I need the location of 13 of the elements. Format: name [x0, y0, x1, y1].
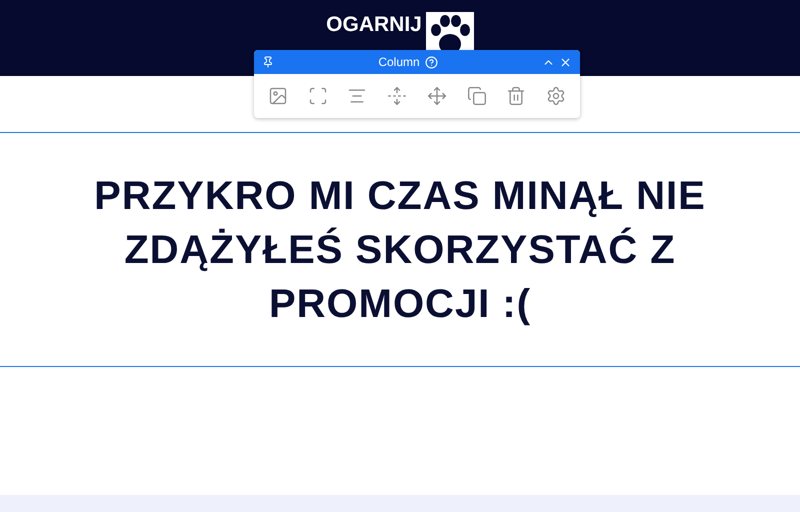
- fullscreen-icon[interactable]: [308, 86, 328, 106]
- move-icon[interactable]: [426, 86, 447, 106]
- close-icon[interactable]: [559, 56, 572, 68]
- delete-icon[interactable]: [506, 86, 526, 106]
- copy-icon[interactable]: [466, 86, 487, 106]
- settings-icon[interactable]: [546, 86, 566, 106]
- toolbar-title: Column: [378, 54, 420, 71]
- pin-icon[interactable]: [262, 56, 274, 68]
- section-heading: PRZYKRO MI CZAS MINĄŁ NIE ZDĄŻYŁEŚ SKORZYSTAĆ Z PROMOCJI :(: [93, 172, 707, 328]
- height-icon[interactable]: [387, 86, 408, 106]
- image-icon[interactable]: [268, 86, 288, 106]
- logo-text: OGARNIJ: [326, 12, 422, 38]
- help-icon[interactable]: [424, 56, 438, 68]
